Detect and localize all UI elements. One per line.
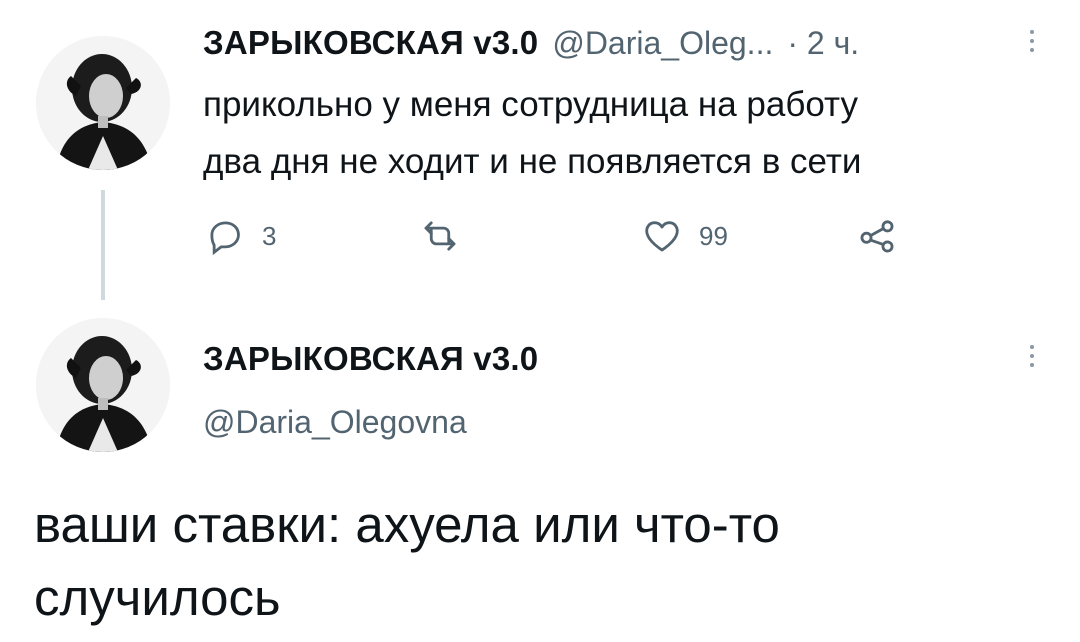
retweet-button[interactable]	[419, 215, 461, 257]
retweet-icon	[424, 221, 456, 251]
tweet2-text-line1: ваши ставки: ахуела или что-то	[34, 496, 780, 553]
reply-icon	[210, 221, 240, 256]
reply-count: 3	[262, 220, 277, 251]
like-button[interactable]: 99	[641, 215, 728, 257]
heart-icon	[645, 221, 679, 252]
share-button[interactable]	[856, 215, 898, 257]
avatar-tweet1[interactable]	[36, 36, 170, 170]
more-options-icon[interactable]	[1022, 345, 1042, 385]
tweet1-text-line1: прикольно у меня сотрудница на работу	[203, 85, 858, 124]
tweet-timestamp[interactable]: · 2 ч.	[787, 25, 859, 62]
tweet2-text-line2: случилось	[34, 569, 281, 626]
more-options-icon[interactable]	[1022, 30, 1042, 70]
tweet1-text-line2: два дня не ходит и не появляется в сети	[203, 142, 862, 181]
user-handle[interactable]: @Daria_Olegovna	[203, 404, 467, 441]
display-name[interactable]: ЗАРЫКОВСКАЯ v3.0	[203, 24, 538, 62]
reply-button[interactable]: 3	[204, 215, 276, 257]
user-handle[interactable]: @Daria_Oleg...	[552, 25, 773, 62]
share-icon	[860, 220, 894, 253]
thread-connector-line	[101, 190, 105, 300]
avatar-tweet2[interactable]	[36, 318, 170, 452]
like-count: 99	[699, 220, 728, 251]
display-name[interactable]: ЗАРЫКОВСКАЯ v3.0	[203, 340, 538, 378]
tweet1-header: ЗАРЫКОВСКАЯ v3.0 @Daria_Oleg... · 2 ч.	[203, 24, 859, 62]
